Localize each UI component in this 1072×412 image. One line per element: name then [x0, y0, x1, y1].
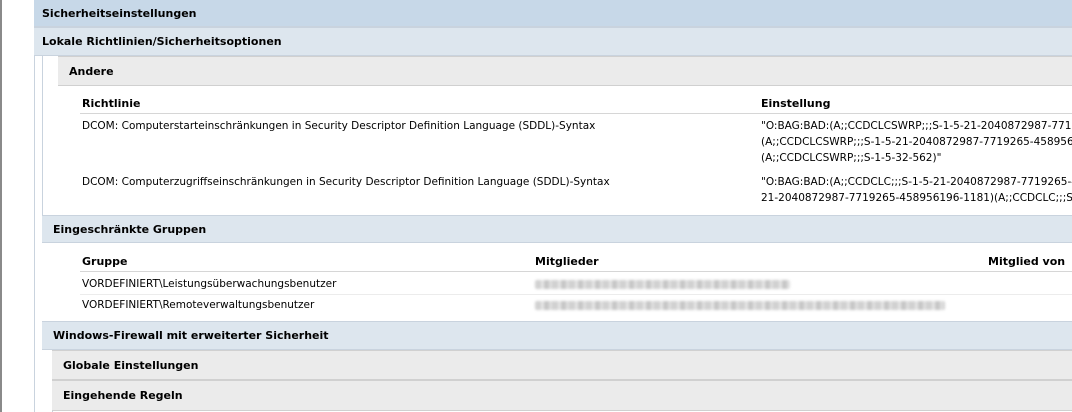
table-row-divider	[80, 294, 1072, 295]
policy-setting-line: (A;;CCDCLCSWRP;;;S-1-5-21-2040872987-771…	[761, 136, 1072, 148]
policy-setting-line: "O:BAG:BAD:(A;;CCDCLCSWRP;;;S-1-5-21-204…	[761, 120, 1072, 132]
section-inbound-rules[interactable]: Eingehende Regeln	[52, 380, 1072, 411]
column-header-members: Mitglieder	[535, 255, 599, 268]
section-security-settings[interactable]: Sicherheitseinstellungen	[34, 0, 1072, 27]
column-header-policy: Richtlinie	[82, 97, 141, 110]
table-header-divider	[80, 271, 1072, 272]
policy-setting-line: "O:BAG:BAD:(A;;CCDCLC;;;S-1-5-21-2040872…	[761, 176, 1072, 188]
column-header-member-of: Mitglied von	[988, 255, 1066, 268]
section-security-settings-title: Sicherheitseinstellungen	[42, 6, 197, 20]
policy-name: DCOM: Computerzugriffseinschränkungen in…	[82, 176, 610, 188]
section-other[interactable]: Andere	[58, 56, 1072, 86]
redacted-members	[535, 301, 945, 310]
section-local-policies-title: Lokale Richtlinien/Sicherheitsoptionen	[42, 35, 282, 48]
section-global-settings-title: Globale Einstellungen	[63, 358, 199, 372]
section-inbound-rules-title: Eingehende Regeln	[63, 389, 183, 402]
group-name: VORDEFINIERT\Remoteverwaltungsbenutzer	[82, 299, 315, 311]
redacted-members	[535, 280, 790, 289]
table-header-divider	[80, 113, 1072, 114]
tree-guide-line	[42, 56, 43, 216]
section-firewall[interactable]: Windows-Firewall mit erweiterter Sicherh…	[42, 321, 1072, 350]
section-local-policies[interactable]: Lokale Richtlinien/Sicherheitsoptionen	[34, 27, 1072, 56]
column-header-group: Gruppe	[82, 255, 128, 268]
window-left-border	[0, 0, 2, 412]
policy-name: DCOM: Computerstarteinschränkungen in Se…	[82, 120, 596, 132]
policy-setting-line: (A;;CCDCLCSWRP;;;S-1-5-32-562)"	[761, 152, 942, 164]
section-restricted-groups-title: Eingeschränkte Gruppen	[53, 222, 207, 236]
section-other-title: Andere	[69, 64, 114, 78]
section-global-settings[interactable]: Globale Einstellungen	[52, 350, 1072, 380]
tree-guide-line	[34, 27, 35, 412]
section-firewall-title: Windows-Firewall mit erweiterter Sicherh…	[53, 329, 329, 342]
group-name: VORDEFINIERT\Leistungsüberwachungsbenutz…	[82, 278, 337, 290]
policy-setting-line: 21-2040872987-7719265-458956196-1181)(A;…	[761, 192, 1072, 204]
section-restricted-groups[interactable]: Eingeschränkte Gruppen	[42, 215, 1072, 243]
column-header-setting: Einstellung	[761, 97, 831, 110]
